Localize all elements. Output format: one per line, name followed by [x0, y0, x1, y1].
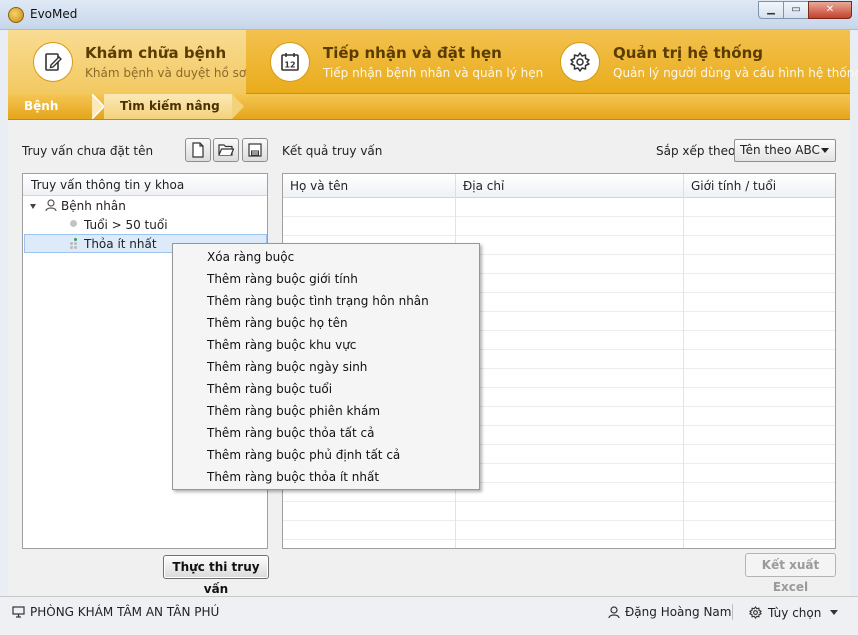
tree-node-label: Bệnh nhân: [61, 199, 126, 213]
open-folder-icon: [218, 144, 234, 156]
open-query-button[interactable]: [213, 138, 239, 162]
calendar-day: 12: [284, 61, 295, 70]
tree-node-benh-nhan[interactable]: Bệnh nhân: [30, 197, 126, 216]
close-window-button[interactable]: ✕: [808, 1, 852, 19]
breadcrumb-item-benh-nhan[interactable]: Bệnh nhân: [8, 94, 96, 138]
maximize-button[interactable]: ▭: [783, 1, 809, 19]
breadcrumb-arrow: [232, 94, 244, 119]
column-header-gender-age[interactable]: Giới tính / tuổi: [684, 174, 835, 198]
minimize-button[interactable]: ▁: [758, 1, 784, 19]
person-icon: [45, 199, 57, 212]
query-name-label: Truy vấn chưa đặt tên: [22, 144, 154, 158]
menu-item-add-all[interactable]: Thêm ràng buộc thỏa tất cả: [173, 422, 479, 444]
menu-item-add-session[interactable]: Thêm ràng buộc phiên khám: [173, 400, 479, 422]
menu-item-add-at-least-one[interactable]: Thêm ràng buộc thỏa ít nhất: [173, 466, 479, 488]
module-subtitle: Quản lý người dùng và cấu hình hệ thống: [613, 66, 858, 80]
menu-item-add-age[interactable]: Thêm ràng buộc tuổi: [173, 378, 479, 400]
chevron-down-icon: [821, 148, 829, 153]
menu-item-add-birthdate[interactable]: Thêm ràng buộc ngày sinh: [173, 356, 479, 378]
options-label: Tùy chọn: [768, 605, 822, 620]
export-excel-button[interactable]: Kết xuất Excel: [745, 553, 836, 594]
status-bar: PHÒNG KHÁM TÂM AN TÂN PHÚ Đặng Hoàng Nam…: [0, 596, 858, 635]
context-menu: Xóa ràng buộc Thêm ràng buộc giới tính T…: [172, 243, 480, 490]
module-quan-tri[interactable]: Quản trị hệ thống Quản lý người dùng và …: [536, 30, 858, 94]
user-name: Đặng Hoàng Nam: [625, 605, 732, 619]
title-bar: EvoMed ▁ ▭ ✕: [0, 0, 858, 30]
window-controls: ▁ ▭ ✕: [758, 1, 852, 19]
module-title: Khám chữa bệnh: [85, 44, 227, 62]
settings-gear-icon: [749, 606, 762, 619]
status-separator: [732, 604, 733, 620]
tree-header: Truy vấn thông tin y khoa: [23, 174, 267, 196]
sort-label: Sắp xếp theo:: [656, 144, 740, 158]
new-file-icon: [192, 142, 204, 158]
group-dots-icon: [70, 238, 78, 249]
menu-item-add-gender[interactable]: Thêm ràng buộc giới tính: [173, 268, 479, 290]
module-subtitle: Tiếp nhận bệnh nhân và quản lý hẹn: [323, 66, 544, 80]
column-header-address[interactable]: Địa chỉ: [456, 174, 684, 198]
save-icon: [248, 143, 262, 157]
options-menu-button[interactable]: Tùy chọn: [748, 605, 839, 620]
user-icon: [608, 605, 620, 618]
tree-node-age-constraint[interactable]: Tuổi > 50 tuổi: [70, 216, 168, 235]
chevron-down-icon: [830, 610, 839, 615]
results-label: Kết quả truy vấn: [282, 144, 383, 158]
sort-select[interactable]: Tên theo ABC: [734, 139, 836, 162]
window-title: EvoMed: [30, 7, 78, 21]
tree-node-label: Tuổi > 50 tuổi: [84, 218, 168, 232]
clinic-name: PHÒNG KHÁM TÂM AN TÂN PHÚ: [30, 605, 220, 619]
tree-node-label: Thỏa ít nhất: [84, 237, 157, 251]
monitor-icon: [12, 606, 25, 618]
gear-icon: [560, 42, 600, 82]
breadcrumb: Bệnh nhân Tìm kiếm nâng cao: [8, 94, 850, 138]
menu-item-remove-constraint[interactable]: Xóa ràng buộc: [173, 246, 479, 268]
module-tiep-nhan[interactable]: 12 Tiếp nhận và đặt hẹn Tiếp nhận bệnh n…: [246, 30, 543, 94]
document-edit-icon: [33, 42, 73, 82]
module-kham-chua-benh[interactable]: Khám chữa bệnh Khám bệnh và duyệt hồ sơ: [8, 30, 246, 94]
collapse-triangle-icon[interactable]: [30, 204, 36, 209]
save-query-button[interactable]: [242, 138, 268, 162]
new-query-button[interactable]: [185, 138, 211, 162]
module-bar: Khám chữa bệnh Khám bệnh và duyệt hồ sơ …: [8, 30, 858, 94]
menu-item-add-name[interactable]: Thêm ràng buộc họ tên: [173, 312, 479, 334]
breadcrumb-item-tim-kiem[interactable]: Tìm kiếm nâng cao: [104, 94, 232, 138]
menu-item-add-region[interactable]: Thêm ràng buộc khu vực: [173, 334, 479, 356]
module-subtitle: Khám bệnh và duyệt hồ sơ: [85, 66, 247, 80]
app-logo-icon: [8, 7, 24, 23]
clinic-info: PHÒNG KHÁM TÂM AN TÂN PHÚ: [12, 605, 219, 619]
menu-item-add-marital[interactable]: Thêm ràng buộc tình trạng hôn nhân: [173, 290, 479, 312]
menu-item-add-negate-all[interactable]: Thêm ràng buộc phủ định tất cả: [173, 444, 479, 466]
execute-query-button[interactable]: Thực thi truy vấn: [163, 555, 269, 596]
column-header-name[interactable]: Họ và tên: [283, 174, 456, 198]
sort-select-value: Tên theo ABC: [740, 143, 820, 157]
module-title: Quản trị hệ thống: [613, 44, 764, 62]
module-title: Tiếp nhận và đặt hẹn: [323, 44, 502, 62]
user-info[interactable]: Đặng Hoàng Nam: [608, 605, 731, 619]
calendar-icon: 12: [270, 42, 310, 82]
constraint-dot-icon: [70, 220, 77, 227]
grid-header: Họ và tên Địa chỉ Giới tính / tuổi: [283, 174, 835, 198]
